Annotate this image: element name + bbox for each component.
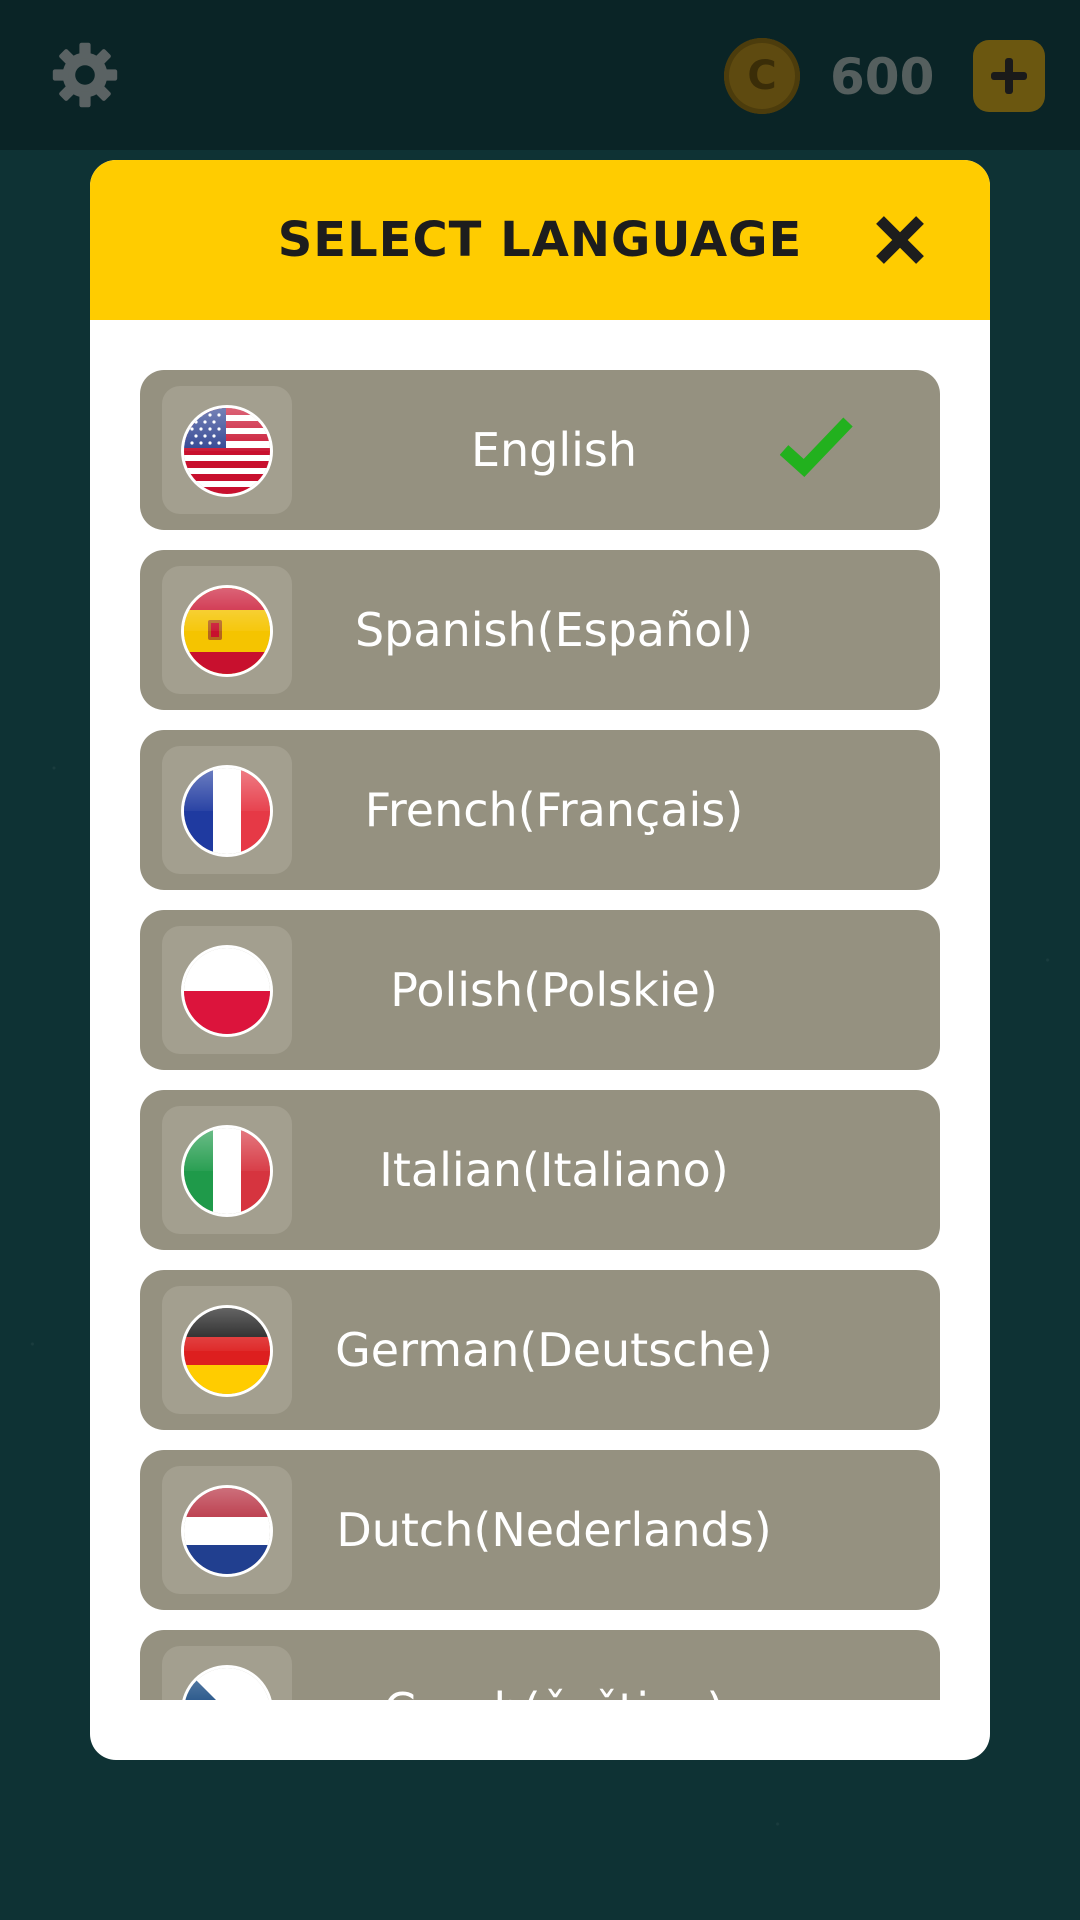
modal-title: SELECT LANGUAGE (277, 212, 803, 268)
language-list[interactable]: English Spanish(Español) French(Français… (140, 370, 940, 1700)
language-item-czech[interactable]: Czech(čeština) (140, 1630, 940, 1700)
plus-icon (991, 58, 1027, 94)
language-item-spanish[interactable]: Spanish(Español) (140, 550, 940, 710)
checkmark-icon (780, 417, 853, 478)
add-coins-button[interactable] (973, 40, 1045, 112)
language-label: Polish(Polskie) (390, 963, 718, 1017)
language-label: German(Deutsche) (335, 1323, 773, 1377)
top-bar: C 600 (0, 0, 1080, 150)
coin-balance: 600 (830, 48, 935, 106)
language-item-dutch[interactable]: Dutch(Nederlands) (140, 1450, 940, 1610)
language-label: Czech(čeština) (140, 1630, 940, 1700)
language-item-italian[interactable]: Italian(Italiano) (140, 1090, 940, 1250)
language-item-german[interactable]: German(Deutsche) (140, 1270, 940, 1430)
language-label: Dutch(Nederlands) (336, 1503, 772, 1557)
coin-symbol: C (747, 53, 777, 99)
language-item-french[interactable]: French(Français) (140, 730, 940, 890)
language-item-english[interactable]: English (140, 370, 940, 530)
language-item-polish[interactable]: Polish(Polskie) (140, 910, 940, 1070)
coin-icon: C (724, 38, 800, 114)
language-label: Spanish(Español) (354, 603, 754, 657)
language-label: French(Français) (364, 783, 744, 837)
close-icon[interactable] (870, 210, 930, 270)
language-label: Italian(Italiano) (379, 1143, 729, 1197)
language-modal: SELECT LANGUAGE English Spanish(Español)… (90, 160, 990, 1760)
gear-icon[interactable] (50, 40, 120, 110)
